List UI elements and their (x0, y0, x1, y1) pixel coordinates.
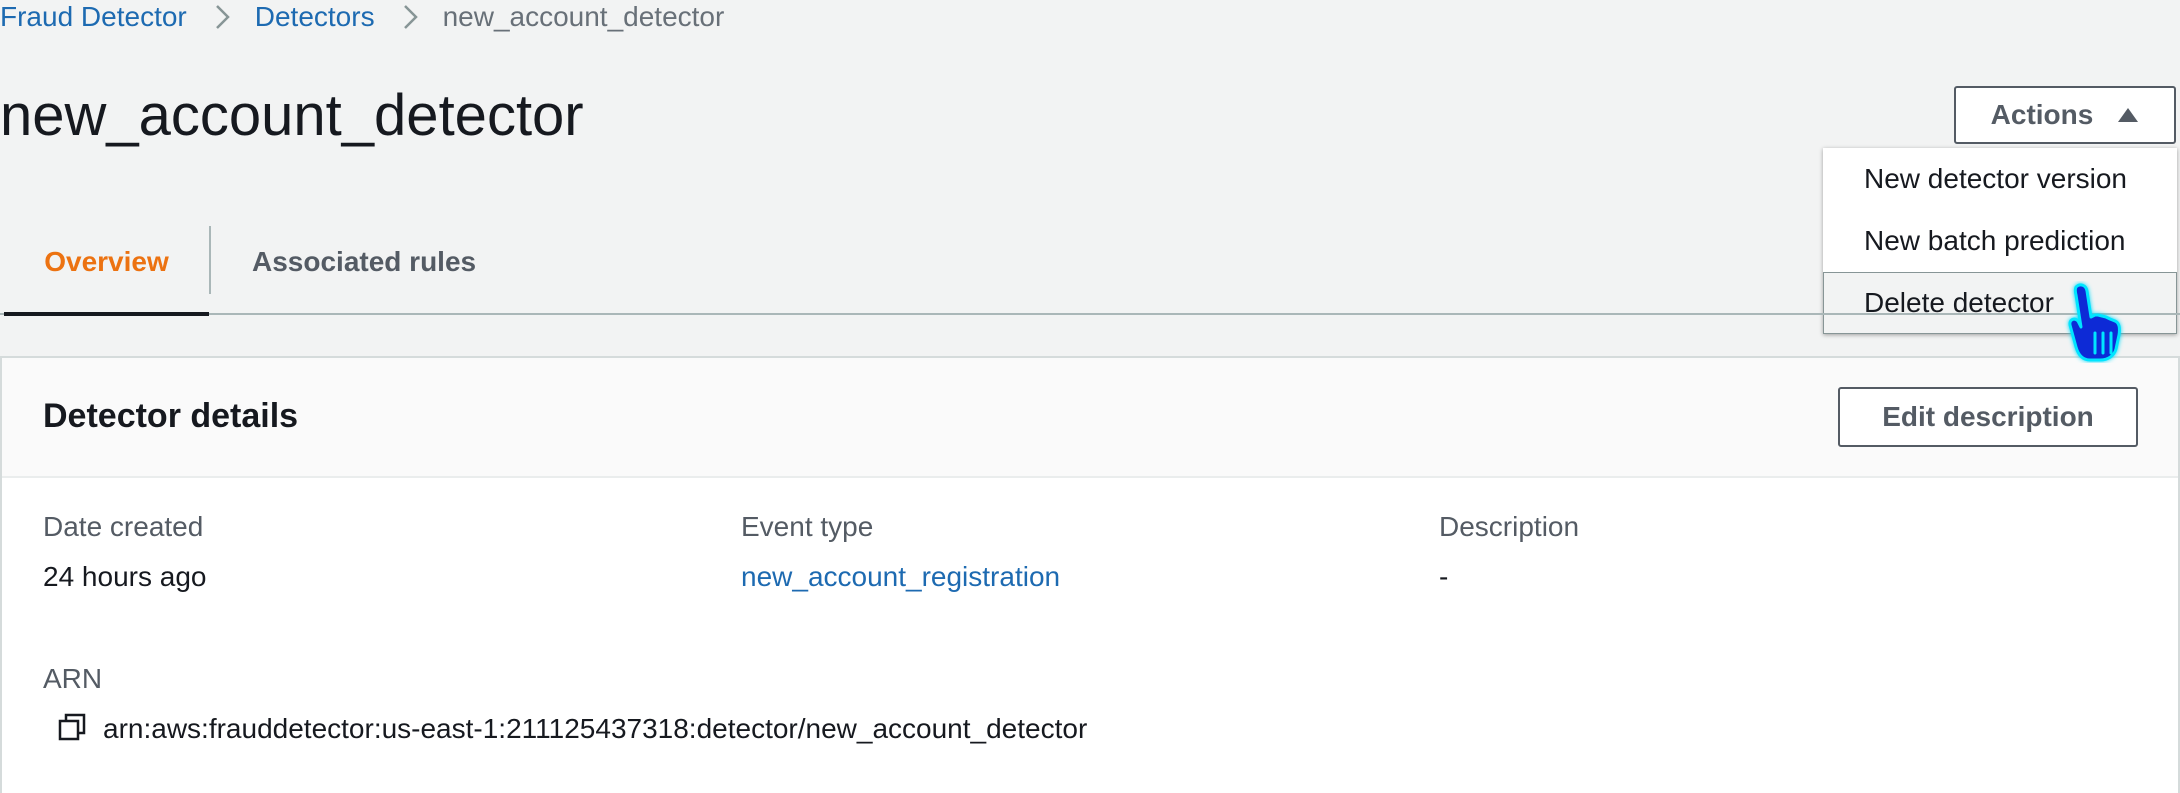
description-value: - (1439, 561, 1449, 592)
menu-item-new-detector-version[interactable]: New detector version (1823, 148, 2177, 210)
breadcrumb-detectors-link[interactable]: Detectors (255, 1, 375, 33)
tab-bar: Overview Associated rules (0, 210, 2180, 316)
event-type-label: Event type (741, 511, 874, 542)
copy-icon[interactable] (58, 713, 86, 741)
date-created-value: 24 hours ago (43, 561, 207, 592)
description-label: Description (1439, 511, 1580, 542)
chevron-right-icon (215, 3, 231, 31)
arn-value: arn:aws:frauddetector:us-east-1:21112543… (103, 713, 1088, 744)
detector-details-panel: Detector details Edit description Date c… (0, 356, 2180, 793)
actions-button-label: Actions (1990, 99, 2094, 130)
date-created-label: Date created (43, 511, 204, 542)
caret-up-icon (2118, 108, 2139, 122)
breadcrumb: Fraud Detector Detectors new_account_det… (0, 0, 724, 34)
page-title: new_account_detector (0, 83, 584, 148)
event-type-link[interactable]: new_account_registration (741, 561, 1060, 593)
breadcrumb-fraud-detector-link[interactable]: Fraud Detector (0, 1, 187, 33)
actions-button[interactable]: Actions (1954, 86, 2176, 144)
breadcrumb-current: new_account_detector (442, 1, 725, 32)
tab-associated-rules[interactable]: Associated rules (252, 210, 476, 314)
tab-overview[interactable]: Overview (4, 210, 209, 316)
edit-description-button[interactable]: Edit description (1838, 387, 2138, 447)
panel-header: Detector details Edit description (2, 358, 2178, 478)
tab-separator (209, 226, 211, 294)
arn-label: ARN (43, 663, 103, 694)
panel-title: Detector details (43, 397, 299, 435)
chevron-right-icon (403, 3, 419, 31)
